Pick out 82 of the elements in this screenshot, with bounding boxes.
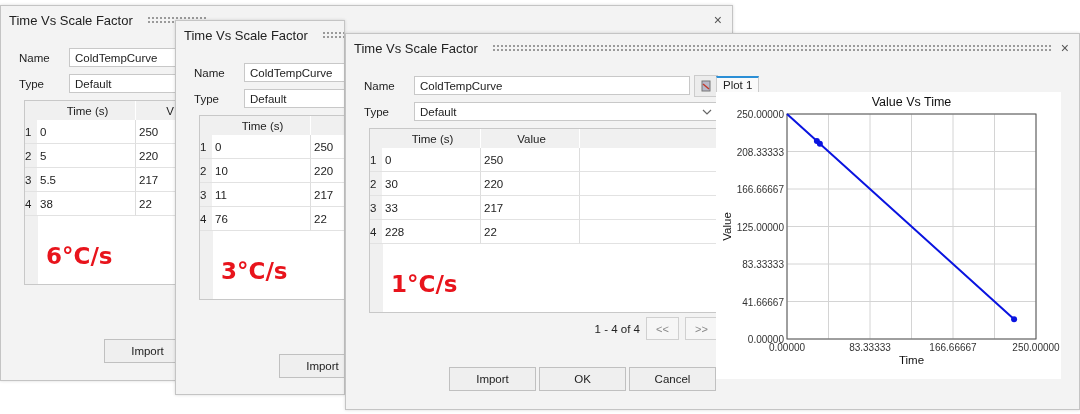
text-field[interactable]: Default xyxy=(244,89,344,108)
column-header: Time (s) xyxy=(37,101,136,120)
tick-label: 250.00000 xyxy=(1012,342,1060,353)
row-number: 3 xyxy=(370,196,382,220)
table-cell: 38 xyxy=(37,192,136,216)
picker-button[interactable] xyxy=(694,74,718,97)
window-title: Time Vs Scale Factor xyxy=(9,12,133,28)
page-button[interactable]: >> xyxy=(685,317,718,340)
field-label: Name xyxy=(194,66,226,79)
row-number: 1 xyxy=(370,148,382,172)
row-number: 4 xyxy=(370,220,382,244)
rate-annotation: 6°C/s xyxy=(46,243,113,269)
table-cell: 76 xyxy=(212,207,311,231)
tick-label: 0.00000 xyxy=(747,334,784,345)
rate-annotation: 1°C/s xyxy=(391,271,458,297)
dialog-button[interactable]: Import xyxy=(104,339,176,363)
table-cell: 0 xyxy=(382,148,481,172)
table-cell: 22 xyxy=(481,220,580,244)
field-label: Type xyxy=(194,92,220,105)
window-title: Time Vs Scale Factor xyxy=(184,27,308,43)
table-cell: 220 xyxy=(481,172,580,196)
table-cell: 0 xyxy=(37,120,136,144)
table-cell: 217 xyxy=(481,196,580,220)
text-field[interactable]: ColdTempCurve xyxy=(414,76,690,95)
column-header: Time (s) xyxy=(212,116,311,135)
data-point xyxy=(1011,316,1018,323)
axis-label: Value xyxy=(721,212,733,241)
row-number: 3 xyxy=(25,168,37,192)
index-column xyxy=(200,231,213,299)
index-column xyxy=(370,244,383,312)
tick-label: 250.00000 xyxy=(736,109,784,120)
text-field[interactable]: ColdTempCurve xyxy=(69,48,176,67)
tick-label: 83.33333 xyxy=(742,259,784,270)
table-cell: 30 xyxy=(382,172,481,196)
page-info: 1 - 4 of 4 xyxy=(594,322,640,335)
dialog-button[interactable]: Import xyxy=(279,354,344,378)
dialog-button[interactable]: OK xyxy=(539,367,626,391)
window-title: Time Vs Scale Factor xyxy=(354,40,478,56)
tick-label: 125.00000 xyxy=(736,221,784,233)
tick-label: 0.00000 xyxy=(768,342,806,353)
close-button[interactable]: × xyxy=(711,12,724,28)
tick-label: 41.66667 xyxy=(742,296,784,308)
table-cell: 250 xyxy=(481,148,580,172)
rate-annotation: 3°C/s xyxy=(221,258,288,284)
row-number: 1 xyxy=(25,120,37,144)
index-column xyxy=(25,216,38,284)
table-cell: 228 xyxy=(382,220,481,244)
row-number: 2 xyxy=(200,159,212,183)
tick-label: 166.66667 xyxy=(929,342,977,353)
text-field[interactable]: ColdTempCurve xyxy=(244,63,344,82)
table-cell: 5.5 xyxy=(37,168,136,192)
field-label: Name xyxy=(19,51,51,64)
document-icon xyxy=(700,79,712,92)
row-number: 4 xyxy=(25,192,37,216)
table-cell: 0 xyxy=(212,135,311,159)
dropdown[interactable]: Default xyxy=(414,102,718,121)
tick-label: 83.33333 xyxy=(849,342,891,353)
chevron-down-icon xyxy=(702,107,712,116)
tick-label: 208.33333 xyxy=(736,146,784,158)
table-cell: 5 xyxy=(37,144,136,168)
tick-label: 166.66667 xyxy=(736,184,784,195)
field-label: Name xyxy=(364,79,396,92)
row-number: 1 xyxy=(200,135,212,159)
row-number: 4 xyxy=(200,207,212,231)
row-number: 2 xyxy=(25,144,37,168)
text-field[interactable]: Default xyxy=(69,74,176,93)
page-button[interactable]: << xyxy=(646,317,679,340)
axis-label: Time xyxy=(898,354,925,366)
row-number: 2 xyxy=(370,172,382,196)
column-header: Time (s) xyxy=(382,129,481,148)
field-label: Type xyxy=(19,77,45,90)
dialog-button[interactable]: Cancel xyxy=(629,367,716,391)
table-cell: 33 xyxy=(382,196,481,220)
table-cell: 10 xyxy=(212,159,311,183)
field-label: Type xyxy=(364,105,390,118)
column-header: Value xyxy=(481,129,580,148)
table-cell: 11 xyxy=(212,183,311,207)
dialog-button[interactable]: Import xyxy=(449,367,536,391)
chart-title: Value Vs Time xyxy=(871,95,952,109)
close-button[interactable]: × xyxy=(1058,40,1071,56)
row-number: 3 xyxy=(200,183,212,207)
plot-tab[interactable]: Plot 1 xyxy=(716,76,760,92)
